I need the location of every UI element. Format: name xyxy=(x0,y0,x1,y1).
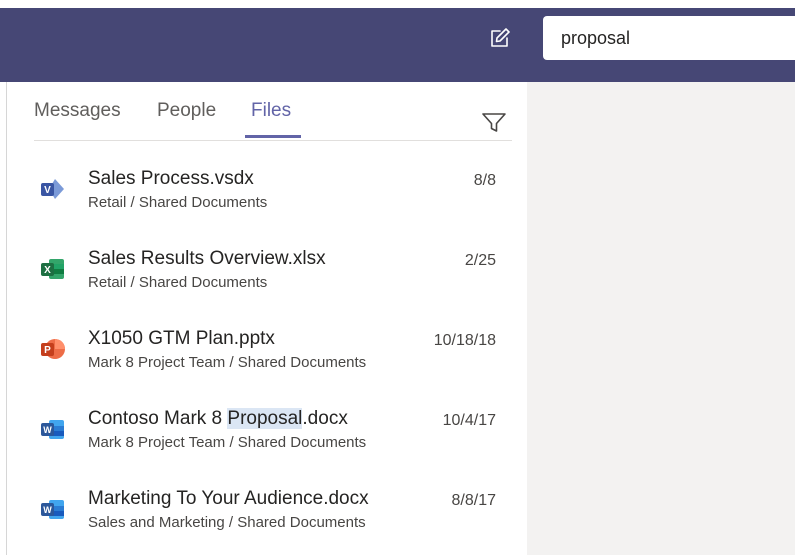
svg-text:V: V xyxy=(44,185,51,196)
teams-search-window: Messages People Files V Sales Process.vs… xyxy=(0,0,795,555)
powerpoint-icon: P xyxy=(41,339,65,359)
new-chat-button[interactable] xyxy=(486,24,514,52)
file-date: 10/18/18 xyxy=(433,332,496,349)
svg-text:P: P xyxy=(44,345,51,356)
file-name: Contoso Mark 8 Proposal.docx xyxy=(88,408,348,430)
word-icon: W xyxy=(41,500,64,519)
file-date: 2/25 xyxy=(464,252,496,269)
file-name-prefix: Contoso Mark 8 xyxy=(88,408,228,429)
search-match-highlight: Proposal xyxy=(227,408,303,429)
search-input[interactable] xyxy=(543,16,795,60)
filter-icon xyxy=(482,113,506,132)
file-path: Retail / Shared Documents xyxy=(88,274,268,291)
tab-divider xyxy=(34,140,512,141)
file-path: Sales and Marketing / Shared Documents xyxy=(88,514,366,531)
visio-icon: V xyxy=(41,179,64,199)
file-row[interactable]: V Sales Process.vsdx Retail / Shared Doc… xyxy=(34,168,504,228)
excel-icon: X xyxy=(41,259,64,279)
file-name: Sales Process.vsdx xyxy=(88,168,254,189)
tab-messages[interactable]: Messages xyxy=(34,100,121,122)
file-name: Sales Results Overview.xlsx xyxy=(88,248,326,269)
tab-people[interactable]: People xyxy=(157,100,216,122)
file-date: 8/8 xyxy=(473,172,496,189)
search-results-pane xyxy=(0,82,527,555)
compose-icon xyxy=(491,28,510,47)
file-name: X1050 GTM Plan.pptx xyxy=(88,328,275,349)
file-path: Retail / Shared Documents xyxy=(88,194,268,211)
file-row[interactable]: X Sales Results Overview.xlsx Retail / S… xyxy=(34,248,504,308)
file-name: Marketing To Your Audience.docx xyxy=(88,488,369,509)
tab-files[interactable]: Files xyxy=(251,100,291,122)
active-tab-indicator xyxy=(245,135,301,138)
word-icon: W xyxy=(41,420,64,439)
file-row[interactable]: W Marketing To Your Audience.docx Sales … xyxy=(34,488,504,548)
file-row[interactable]: W Contoso Mark 8 Proposal.docx Mark 8 Pr… xyxy=(34,408,504,468)
svg-text:W: W xyxy=(43,505,52,515)
file-name-suffix: .docx xyxy=(302,408,348,429)
file-row[interactable]: P X1050 GTM Plan.pptx Mark 8 Project Tea… xyxy=(34,328,504,388)
pane-border xyxy=(6,82,7,555)
search-box xyxy=(543,16,795,60)
filter-button[interactable] xyxy=(480,108,508,136)
svg-text:X: X xyxy=(44,265,51,276)
file-path: Mark 8 Project Team / Shared Documents xyxy=(88,354,367,371)
content-pane xyxy=(527,82,795,555)
file-date: 10/4/17 xyxy=(442,412,496,429)
file-path: Mark 8 Project Team / Shared Documents xyxy=(88,434,367,451)
svg-text:W: W xyxy=(43,425,52,435)
file-date: 8/8/17 xyxy=(451,492,496,509)
